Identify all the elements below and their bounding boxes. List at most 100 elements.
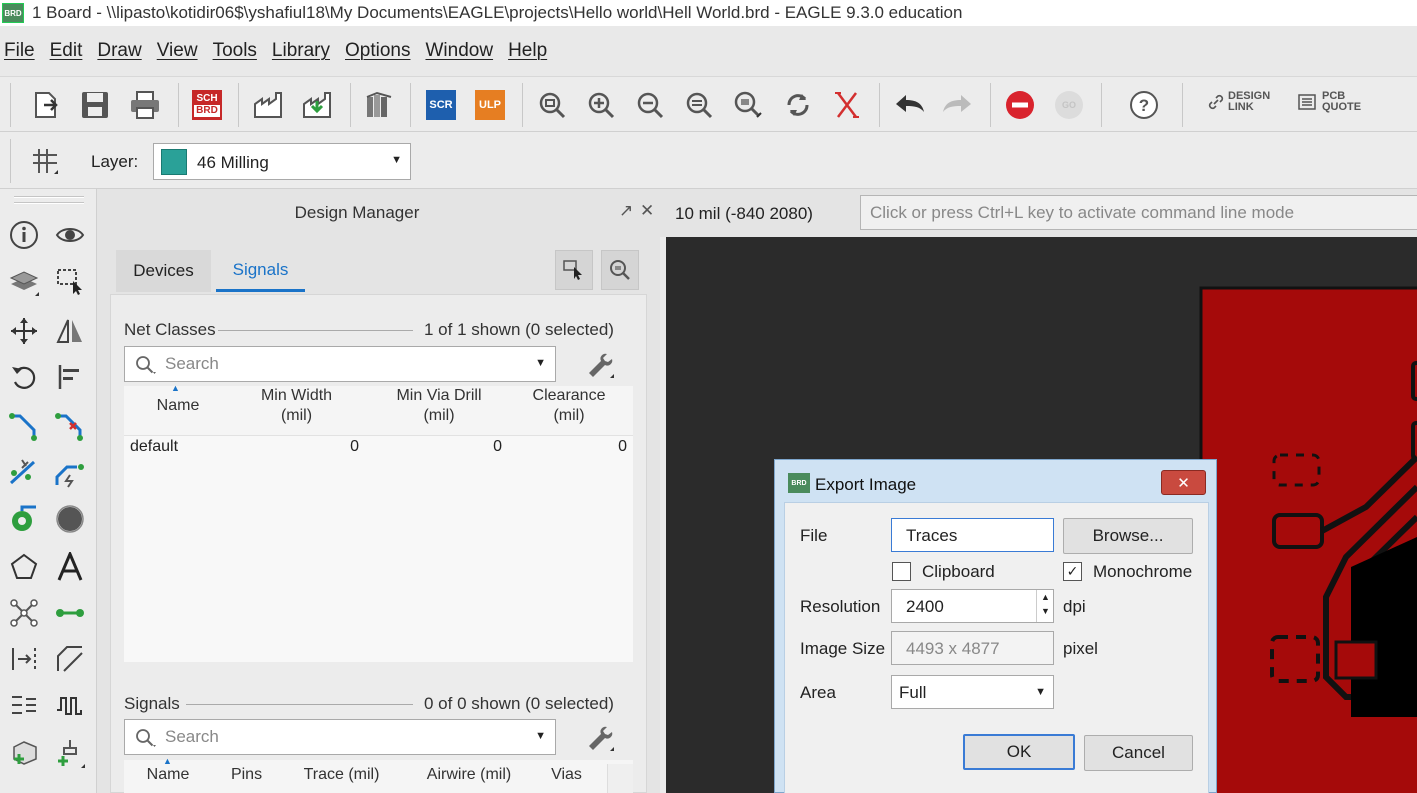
add-part-tool[interactable]: [6, 735, 42, 771]
split-tool[interactable]: [6, 455, 42, 491]
ulp-button[interactable]: ULP: [472, 87, 508, 123]
miter-tool[interactable]: [52, 641, 88, 677]
column-header-trace[interactable]: Trace (mil): [289, 765, 394, 785]
via-tool[interactable]: [6, 501, 42, 537]
menu-window[interactable]: Window: [425, 40, 493, 62]
command-line-input[interactable]: [870, 202, 1410, 224]
cancel-button[interactable]: Cancel: [1084, 735, 1193, 771]
signals-search-input[interactable]: [165, 726, 505, 748]
column-header-pins[interactable]: Pins: [224, 765, 269, 785]
menu-edit[interactable]: Edit: [50, 40, 83, 62]
hole-tool[interactable]: [52, 501, 88, 537]
signals-settings-button[interactable]: [582, 719, 618, 755]
column-header-min-via-drill[interactable]: Min Via Drill (mil): [384, 386, 494, 426]
wire-tool[interactable]: [52, 595, 88, 631]
help-button[interactable]: ?: [1126, 87, 1162, 123]
signals-search[interactable]: ▼: [124, 719, 556, 755]
undock-icon[interactable]: ↗: [619, 201, 633, 221]
manufacturing-button[interactable]: [299, 87, 335, 123]
unrouted-button[interactable]: [829, 87, 865, 123]
undo-button[interactable]: [891, 87, 927, 123]
menu-library[interactable]: Library: [272, 40, 330, 62]
browse-button[interactable]: Browse...: [1063, 518, 1193, 554]
file-field[interactable]: [891, 518, 1054, 552]
menu-view[interactable]: View: [157, 40, 198, 62]
route-tool[interactable]: [6, 409, 42, 445]
script-button[interactable]: SCR: [423, 87, 459, 123]
redraw-button[interactable]: [780, 87, 816, 123]
meander-tool[interactable]: [6, 687, 42, 723]
grid-button[interactable]: [27, 143, 63, 179]
select-in-design-button[interactable]: [555, 250, 593, 290]
ok-button[interactable]: OK: [963, 734, 1075, 770]
chevron-down-icon[interactable]: ▼: [535, 357, 546, 369]
zoom-in-button[interactable]: [583, 87, 619, 123]
stop-button[interactable]: [1002, 87, 1038, 123]
pcb-quote-button[interactable]: PCB QUOTE: [1298, 91, 1361, 113]
open-button[interactable]: [28, 87, 64, 123]
close-icon[interactable]: ✕: [640, 201, 654, 221]
board-outline: [1199, 286, 1417, 793]
command-line[interactable]: [860, 195, 1417, 230]
zoom-out-button[interactable]: [632, 87, 668, 123]
table-row[interactable]: default 0 0 0: [124, 438, 633, 460]
redo-button[interactable]: [940, 87, 976, 123]
zoom-to-selection-button[interactable]: [601, 250, 639, 290]
wave-tool[interactable]: [52, 687, 88, 723]
save-button[interactable]: [77, 87, 113, 123]
menu-options[interactable]: Options: [345, 40, 410, 62]
design-link-button[interactable]: DESIGN LINK: [1207, 91, 1270, 113]
resolution-input[interactable]: [906, 596, 1026, 618]
menu-tools[interactable]: Tools: [213, 40, 257, 62]
tab-signals[interactable]: Signals: [216, 250, 305, 292]
spin-up-icon[interactable]: ▲: [1041, 592, 1050, 602]
optimize-tool[interactable]: [52, 455, 88, 491]
menu-file[interactable]: File: [4, 40, 35, 62]
net-classes-search-input[interactable]: [165, 353, 505, 375]
sch-brd-switch-button[interactable]: SCH BRD: [189, 87, 225, 123]
net-classes-settings-button[interactable]: [582, 346, 618, 382]
print-button[interactable]: [127, 87, 163, 123]
file-input[interactable]: [906, 525, 1036, 547]
column-header-min-width[interactable]: Min Width (mil): [244, 386, 349, 426]
column-header-name[interactable]: Name: [138, 765, 198, 785]
clipboard-checkbox[interactable]: [892, 562, 911, 581]
column-header-vias[interactable]: Vias: [544, 765, 589, 785]
ripup-tool[interactable]: [52, 409, 88, 445]
column-header-airwire[interactable]: Airwire (mil): [414, 765, 524, 785]
attribute-tool[interactable]: [6, 641, 42, 677]
layer-dropdown[interactable]: 46 Milling ▼: [153, 143, 411, 180]
net-classes-search[interactable]: ▼: [124, 346, 556, 382]
search-icon: [136, 729, 156, 747]
menu-draw[interactable]: Draw: [97, 40, 141, 62]
monochrome-checkbox[interactable]: ✓: [1063, 562, 1082, 581]
split-icon: [9, 459, 36, 485]
menu-help[interactable]: Help: [508, 40, 547, 62]
select-tool[interactable]: [52, 263, 88, 299]
rotate-tool[interactable]: [6, 359, 42, 395]
resolution-spinbox[interactable]: ▲ ▼: [891, 589, 1054, 623]
info-tool[interactable]: [6, 217, 42, 253]
move-tool[interactable]: [6, 313, 42, 349]
zoom-previous-button[interactable]: [681, 87, 717, 123]
go-button[interactable]: GO: [1051, 87, 1087, 123]
column-header-clearance[interactable]: Clearance (mil): [524, 386, 614, 426]
text-tool[interactable]: [52, 549, 88, 585]
chevron-down-icon[interactable]: ▼: [535, 730, 546, 742]
zoom-fit-button[interactable]: [534, 87, 570, 123]
cam-button[interactable]: [250, 87, 286, 123]
show-tool[interactable]: [52, 217, 88, 253]
layer-settings-tool[interactable]: [6, 263, 42, 299]
tab-devices[interactable]: Devices: [116, 250, 211, 292]
spin-down-icon[interactable]: ▼: [1041, 606, 1050, 616]
column-header-name[interactable]: Name: [148, 396, 208, 416]
signal-tool[interactable]: [6, 595, 42, 631]
add-wire-tool[interactable]: [52, 735, 88, 771]
mirror-tool[interactable]: [52, 313, 88, 349]
polygon-tool[interactable]: [6, 549, 42, 585]
area-dropdown[interactable]: Full ▼: [891, 675, 1054, 709]
library-button[interactable]: [361, 87, 397, 123]
dialog-close-button[interactable]: ✕: [1161, 470, 1206, 495]
zoom-select-button[interactable]: [730, 87, 766, 123]
align-tool[interactable]: [52, 359, 88, 395]
